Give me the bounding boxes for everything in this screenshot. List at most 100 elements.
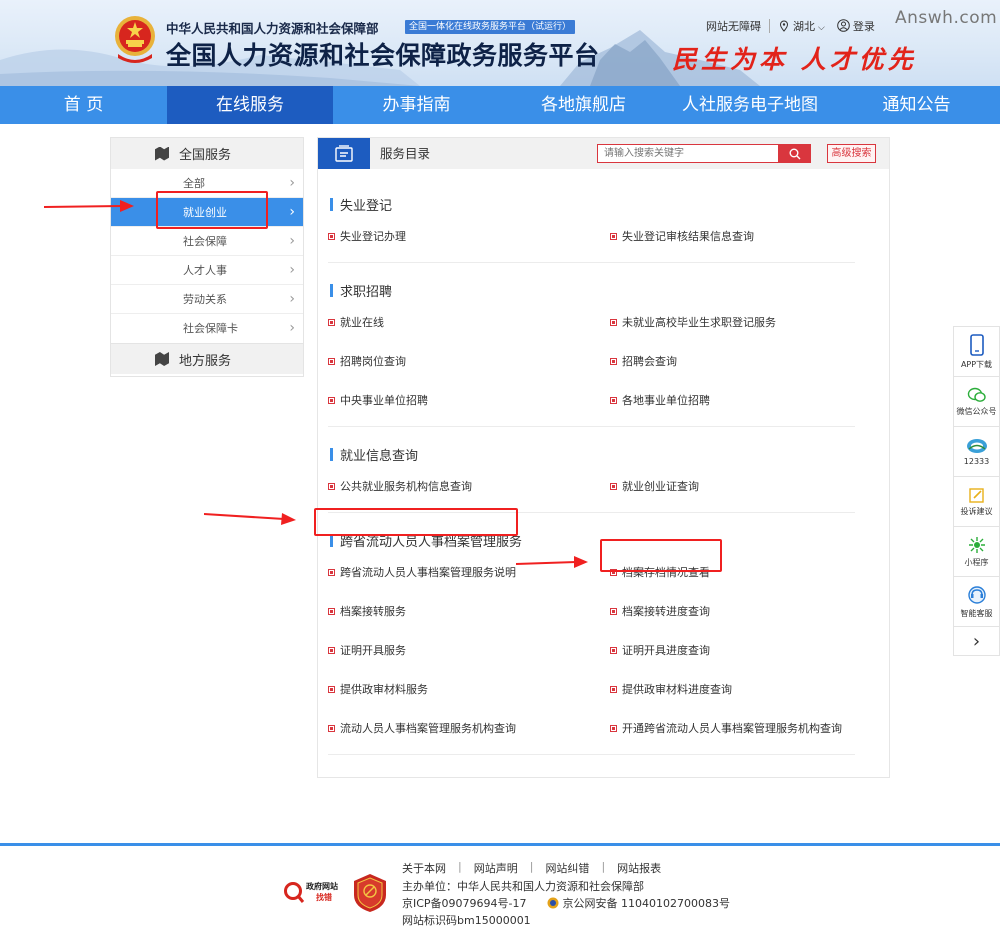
service-link[interactable]: 证明开具服务 xyxy=(328,631,610,670)
service-link[interactable]: 招聘会查询 xyxy=(610,342,850,381)
service-link[interactable]: 档案接转进度查询 xyxy=(610,592,850,631)
region-selector[interactable]: 湖北 ⌵ xyxy=(778,18,825,34)
wechat-icon xyxy=(967,387,986,402)
sidebar-national-services[interactable]: 全国服务 xyxy=(111,138,303,169)
header-banner: 中华人民共和国人力资源和社会保障部 全国一体化在线政务服务平台（试运行） 全国人… xyxy=(0,0,1000,86)
service-link[interactable]: 就业创业证查询 xyxy=(610,467,850,506)
service-link[interactable]: 证明开具进度查询 xyxy=(610,631,850,670)
divider: | xyxy=(601,860,606,873)
site-error-report-badge[interactable]: 政府网站 找错 xyxy=(284,877,348,905)
service-link-label: 提供政审材料进度查询 xyxy=(622,683,732,696)
bullet-icon xyxy=(328,608,335,615)
service-link[interactable]: 流动人员人事档案管理服务机构查询 xyxy=(328,709,610,748)
complaint-button[interactable]: 投诉建议 xyxy=(954,477,999,527)
nav-service-map[interactable]: 人社服务电子地图 xyxy=(667,86,833,124)
footer-link-errata[interactable]: 网站纠错 xyxy=(545,860,589,876)
footer-link-statement[interactable]: 网站声明 xyxy=(474,860,518,876)
section-marker xyxy=(330,197,333,211)
nav-notices[interactable]: 通知公告 xyxy=(833,86,1000,124)
nav-flagship-stores[interactable]: 各地旗舰店 xyxy=(500,86,667,124)
arrow-icon xyxy=(204,513,296,525)
bullet-icon xyxy=(610,686,617,693)
sidebar-local-services[interactable]: 地方服务 xyxy=(111,343,303,374)
top-links: 网站无障碍 湖北 ⌵ 登录 xyxy=(706,18,875,34)
service-link[interactable]: 公共就业服务机构信息查询 xyxy=(328,467,610,506)
service-link[interactable]: 跨省流动人员人事档案管理服务说明 xyxy=(328,553,610,592)
sidebar-item-all[interactable]: 全部 › xyxy=(111,169,303,198)
footer-link-report[interactable]: 网站报表 xyxy=(617,860,661,876)
login-link[interactable]: 登录 xyxy=(837,18,875,34)
slogan: 民生为本 人才优先 xyxy=(672,45,917,74)
accessibility-link[interactable]: 网站无障碍 xyxy=(706,18,761,34)
service-link[interactable]: 招聘岗位查询 xyxy=(328,342,610,381)
archive-status-link[interactable]: 档案存档情况查看 xyxy=(610,553,850,592)
nav-guide[interactable]: 办事指南 xyxy=(333,86,500,124)
divider xyxy=(769,19,770,33)
icp-record[interactable]: 京ICP备09079694号-17 xyxy=(402,895,527,911)
collapse-button[interactable]: › xyxy=(954,627,999,655)
sidebar-item-labor-relations[interactable]: 劳动关系 › xyxy=(111,285,303,314)
bullet-icon xyxy=(328,483,335,490)
mini-program-button[interactable]: 小程序 xyxy=(954,527,999,577)
service-link[interactable]: 未就业高校毕业生求职登记服务 xyxy=(610,303,850,342)
sidebar-item-label: 劳动关系 xyxy=(183,293,227,306)
footer-link-about[interactable]: 关于本网 xyxy=(402,860,446,876)
footer-site-code: 网站标识码bm15000001 xyxy=(402,914,531,927)
chevron-right-icon: › xyxy=(289,175,295,191)
sidebar-item-label: 社会保障卡 xyxy=(183,322,238,335)
hotline-button[interactable]: 12333 xyxy=(954,427,999,477)
service-link[interactable]: 各地事业单位招聘 xyxy=(610,381,850,420)
nav-online-service[interactable]: 在线服务 xyxy=(167,86,333,124)
service-link[interactable]: 档案接转服务 xyxy=(328,592,610,631)
service-link[interactable]: 提供政审材料进度查询 xyxy=(610,670,850,709)
section-employment-info: 就业信息查询 公共就业服务机构信息查询 就业创业证查询 xyxy=(328,427,855,513)
sidebar-item-employment[interactable]: 就业创业 › xyxy=(111,198,303,227)
bullet-icon xyxy=(328,358,335,365)
bullet-icon xyxy=(328,233,335,240)
search-input[interactable] xyxy=(597,144,779,163)
map-icon xyxy=(155,146,169,161)
party-organization-badge[interactable] xyxy=(352,873,388,913)
service-link[interactable]: 中央事业单位招聘 xyxy=(328,381,610,420)
footer-divider xyxy=(0,843,1000,846)
mini-program-icon xyxy=(968,536,985,553)
chevron-right-icon: › xyxy=(289,291,295,307)
nav-home[interactable]: 首 页 xyxy=(0,86,167,124)
catalog-icon xyxy=(318,138,370,169)
bullet-icon xyxy=(328,319,335,326)
login-label: 登录 xyxy=(852,20,875,33)
police-record[interactable]: 京公网安备 11040102700083号 xyxy=(563,895,730,911)
service-link[interactable]: 失业登记审核结果信息查询 xyxy=(610,217,850,256)
region-label: 湖北 xyxy=(793,20,815,33)
section-title: 求职招聘 xyxy=(328,277,855,303)
footer-registration: 京ICP备09079694号-17 京公网安备 11040102700083号 xyxy=(402,895,730,911)
service-link-label: 失业登记办理 xyxy=(340,230,406,243)
wechat-button[interactable]: 微信公众号 xyxy=(954,377,999,427)
sidebar-item-talent[interactable]: 人才人事 › xyxy=(111,256,303,285)
chevron-right-icon: › xyxy=(972,630,981,652)
service-link[interactable]: 提供政审材料服务 xyxy=(328,670,610,709)
customer-service-icon xyxy=(967,585,986,604)
bullet-icon xyxy=(610,233,617,240)
footer-sponsor: 主办单位：中华人民共和国人力资源和社会保障部 xyxy=(402,880,644,893)
float-label: APP下载 xyxy=(960,359,993,369)
search-button[interactable] xyxy=(779,144,811,163)
sidebar-item-label: 人才人事 xyxy=(183,264,227,277)
divider: | xyxy=(458,860,462,873)
service-link[interactable]: 就业在线 xyxy=(328,303,610,342)
section-marker xyxy=(330,447,333,461)
service-link-label: 档案接转进度查询 xyxy=(622,605,710,618)
service-link[interactable]: 失业登记办理 xyxy=(328,217,610,256)
service-link-label: 就业创业证查询 xyxy=(622,480,699,493)
sidebar-national-label: 全国服务 xyxy=(179,148,232,163)
service-link[interactable]: 开通跨省流动人员人事档案管理服务机构查询 xyxy=(610,709,850,748)
section-unemployment: 失业登记 失业登记办理 失业登记审核结果信息查询 xyxy=(328,169,855,263)
smart-service-button[interactable]: 智能客服 xyxy=(954,577,999,627)
sidebar-item-ss-card[interactable]: 社会保障卡 › xyxy=(111,314,303,343)
advanced-search-button[interactable]: 高级搜索 xyxy=(827,144,876,163)
app-download-button[interactable]: APP下载 xyxy=(954,327,999,377)
sidebar-item-social-security[interactable]: 社会保障 › xyxy=(111,227,303,256)
service-link-label: 就业在线 xyxy=(340,316,384,329)
section-job-recruitment: 求职招聘 就业在线 未就业高校毕业生求职登记服务 招聘岗位查询 招聘会查询 中央… xyxy=(328,263,855,427)
service-link-label: 证明开具进度查询 xyxy=(622,644,710,657)
